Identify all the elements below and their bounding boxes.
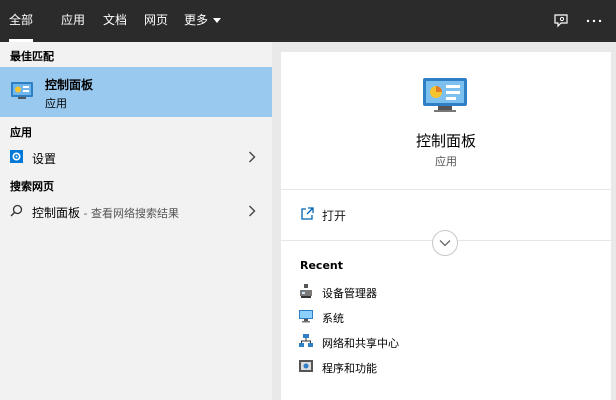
chevron-right-icon[interactable] xyxy=(248,205,256,220)
tab-all[interactable]: 全部 xyxy=(9,0,34,42)
recent-item-label: 网络和共享中心 xyxy=(322,337,399,350)
network-icon xyxy=(299,334,313,351)
tab-label: 文档 xyxy=(103,13,128,27)
tab-more[interactable]: 更多 xyxy=(184,0,222,42)
preview-pane: 控制面板 应用 打开 Recent 设备管理器 系统 网络和共享中心 程序和功能 xyxy=(281,52,611,400)
preview-title: 控制面板 xyxy=(415,132,476,150)
programs-icon xyxy=(299,359,313,376)
recent-item-programs[interactable]: 程序和功能 xyxy=(281,355,611,379)
expand-button[interactable] xyxy=(432,230,458,256)
feedback-icon[interactable] xyxy=(549,9,573,33)
web-item-label: 控制面板 - 查看网络搜索结果 xyxy=(32,204,179,221)
device-manager-icon xyxy=(299,284,313,301)
tab-label: 全部 xyxy=(9,13,34,27)
recent-item-device-manager[interactable]: 设备管理器 xyxy=(281,280,611,304)
chevron-right-icon[interactable] xyxy=(248,151,256,166)
recent-item-system[interactable]: 系统 xyxy=(281,305,611,329)
divider xyxy=(281,189,611,190)
app-item-settings[interactable]: 设置 xyxy=(0,144,272,170)
recent-item-network[interactable]: 网络和共享中心 xyxy=(281,330,611,354)
web-item-query: 控制面板 xyxy=(32,206,81,220)
tab-documents[interactable]: 文档 xyxy=(103,0,127,42)
web-item-suffix: - 查看网络搜索结果 xyxy=(80,207,179,220)
more-options-icon[interactable] xyxy=(582,9,606,33)
best-match-header: 最佳匹配 xyxy=(10,50,54,63)
app-item-label: 设置 xyxy=(32,152,57,166)
recent-item-label: 设备管理器 xyxy=(322,287,377,300)
best-match-title: 控制面板 xyxy=(45,78,94,92)
chevron-down-icon xyxy=(213,18,222,23)
system-icon xyxy=(299,309,313,326)
recent-item-label: 系统 xyxy=(322,312,344,325)
tab-apps[interactable]: 应用 xyxy=(61,0,85,42)
open-action[interactable]: 打开 xyxy=(281,202,611,228)
web-header: 搜索网页 xyxy=(10,180,54,193)
apps-header: 应用 xyxy=(10,126,32,139)
tab-label: 网页 xyxy=(144,13,169,27)
tab-web[interactable]: 网页 xyxy=(144,0,168,42)
best-match-item[interactable]: 控制面板 应用 xyxy=(0,67,272,117)
tab-label: 更多 xyxy=(184,13,209,27)
recent-header: Recent xyxy=(300,259,344,272)
open-label: 打开 xyxy=(322,209,347,223)
preview-subtitle: 应用 xyxy=(435,155,457,168)
best-match-subtitle: 应用 xyxy=(45,97,67,110)
search-filter-bar: 全部 应用 文档 网页 更多 xyxy=(0,0,616,42)
control-panel-icon xyxy=(10,80,34,103)
results-list: 最佳匹配 控制面板 应用 应用 设置 搜索网页 控制面板 - 查看网络搜索结果 xyxy=(0,42,272,400)
recent-item-label: 程序和功能 xyxy=(322,362,377,375)
tab-label: 应用 xyxy=(61,13,86,27)
chevron-down-icon xyxy=(439,240,451,247)
search-icon xyxy=(10,204,23,220)
web-item-control-panel[interactable]: 控制面板 - 查看网络搜索结果 xyxy=(0,198,272,224)
settings-icon xyxy=(10,150,23,166)
control-panel-icon xyxy=(422,76,468,117)
open-icon xyxy=(300,207,314,224)
